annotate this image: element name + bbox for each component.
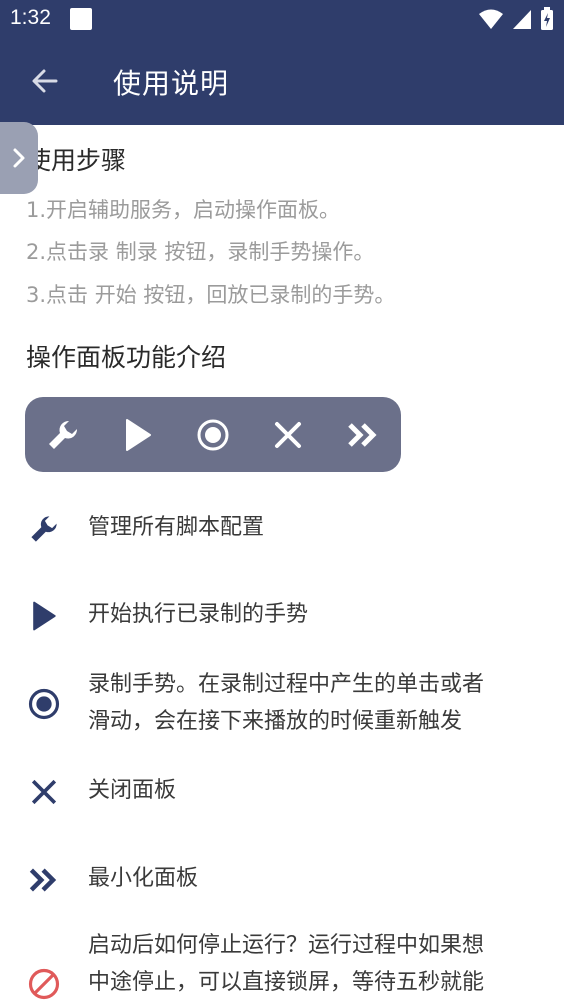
step-3: 3.点击 开始 按钮，回放已录制的手势。 <box>26 283 396 307</box>
feature-text: 关闭面板 <box>88 778 177 803</box>
double-chevron-icon <box>29 868 57 892</box>
wrench-icon <box>49 420 78 449</box>
panel-minimize-button[interactable] <box>343 415 383 455</box>
feature-text: 开始执行已录制的手势 <box>88 602 309 627</box>
close-icon <box>275 422 301 448</box>
feature-text: 最小化面板 <box>88 866 199 891</box>
close-icon <box>31 779 57 805</box>
battery-icon <box>541 7 553 30</box>
signal-icon <box>513 10 531 29</box>
wifi-icon <box>479 9 503 29</box>
arrow-left-icon <box>32 69 58 93</box>
double-chevron-icon <box>348 423 377 447</box>
panel-wrench-button[interactable] <box>43 415 83 455</box>
panel-heading: 操作面板功能介绍 <box>26 343 227 372</box>
feature-text-line-2: 滑动，会在接下来播放的时候重新触发 <box>88 709 463 734</box>
panel-record-button[interactable] <box>193 415 233 455</box>
record-icon <box>197 419 229 451</box>
step-1: 1.开启辅助服务，启动操作面板。 <box>26 198 341 222</box>
chevron-right-icon <box>13 148 25 168</box>
status-time: 1:32 <box>10 6 51 29</box>
back-button[interactable] <box>28 64 62 98</box>
page-title: 使用说明 <box>113 67 230 100</box>
operation-panel-preview <box>25 397 401 472</box>
play-icon <box>33 601 56 631</box>
notification-icon <box>70 8 92 30</box>
status-bar: 1:32 <box>0 0 564 38</box>
feature-text-line-1: 启动后如何停止运行？运行过程中如果想 <box>88 933 485 958</box>
panel-close-button[interactable] <box>268 415 308 455</box>
stop-icon <box>28 968 60 1000</box>
feature-text-line-2: 中途停止，可以直接锁屏，等待五秒就能 <box>88 970 485 995</box>
system-icons <box>478 7 554 31</box>
app-bar: 使用说明 <box>0 38 564 125</box>
panel-play-button[interactable] <box>118 415 158 455</box>
play-icon <box>126 419 151 451</box>
step-2: 2.点击录 制录 按钮，录制手势操作。 <box>26 240 375 264</box>
side-expand-tab[interactable] <box>0 122 38 194</box>
feature-text: 管理所有脚本配置 <box>88 515 265 540</box>
steps-heading: 使用步骤 <box>26 146 127 175</box>
record-icon <box>28 688 60 720</box>
feature-text-line-1: 录制手势。在录制过程中产生的单击或者 <box>88 672 485 697</box>
wrench-icon <box>31 516 57 542</box>
